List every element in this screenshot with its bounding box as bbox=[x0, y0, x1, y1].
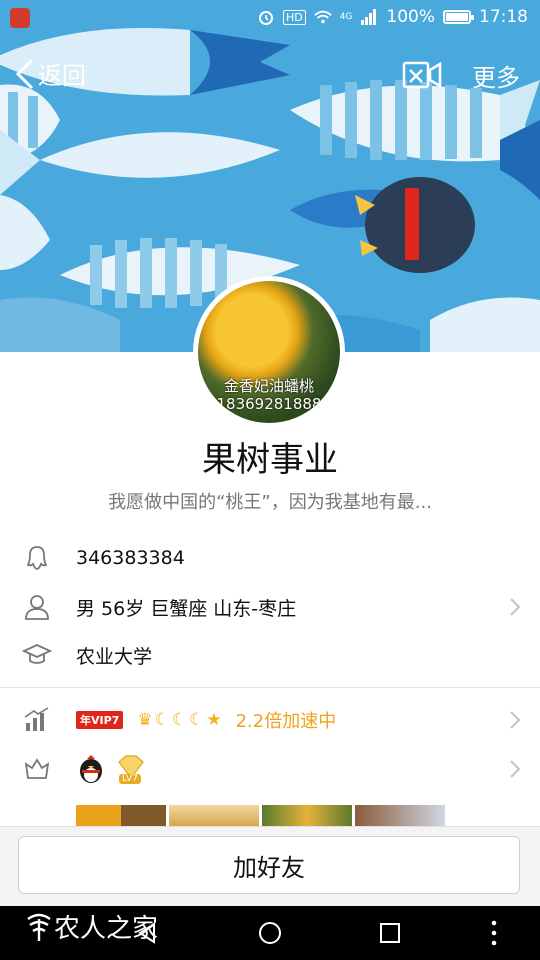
school: 农业大学 bbox=[76, 645, 153, 668]
avatar-photo: 金香妃油蟠桃 18369281888 bbox=[198, 281, 340, 423]
battery-icon bbox=[443, 10, 474, 24]
avatar[interactable]: 金香妃油蟠桃 18369281888 bbox=[193, 276, 345, 428]
qq-penguin-icon bbox=[80, 755, 102, 783]
penguin-outline-icon bbox=[26, 546, 48, 570]
vip-badge: 年VIP7 bbox=[76, 711, 124, 729]
watermark-logo-icon bbox=[27, 913, 51, 941]
medals-row[interactable]: LV7 bbox=[0, 745, 540, 793]
person-icon bbox=[25, 595, 49, 620]
battery-percent: 100% bbox=[386, 7, 435, 27]
status-bar: HD 4G 100% 17:18 bbox=[0, 0, 540, 36]
qq-number: 346383384 bbox=[76, 547, 185, 569]
personal-info: 男 56岁 巨蟹座 山东-枣庄 bbox=[76, 597, 297, 620]
chevron-right-icon bbox=[510, 598, 521, 616]
more-button[interactable]: 更多 bbox=[472, 58, 520, 93]
nickname: 果树事业 bbox=[202, 440, 338, 480]
crown-icon: ♛ bbox=[137, 710, 153, 730]
app-notification-icon bbox=[10, 8, 30, 28]
clock: 17:18 bbox=[479, 7, 528, 27]
vip-level-row[interactable]: 年VIP7 ♛ ☾ ☾ ☾ ★ 2.2倍加速中 bbox=[0, 696, 540, 744]
chevron-left-icon bbox=[15, 58, 34, 89]
nav-recents-square-icon[interactable] bbox=[378, 921, 402, 945]
diamond-medal-label: LV7 bbox=[119, 774, 141, 784]
section-divider bbox=[0, 687, 540, 688]
level-chart-icon bbox=[24, 707, 49, 731]
avatar-watermark-line1: 金香妃油蟠桃 bbox=[223, 377, 314, 395]
alarm-icon bbox=[258, 11, 273, 25]
signature[interactable]: 我愿做中国的“桃王”，因为我基地有最... bbox=[0, 488, 540, 514]
qq-number-row[interactable]: 346383384 bbox=[0, 534, 540, 582]
chevron-right-icon bbox=[510, 760, 521, 778]
back-label: 返回 bbox=[38, 62, 86, 90]
moon-icon: ☾ bbox=[189, 710, 205, 730]
watermark-text: 农人之家 bbox=[54, 914, 159, 944]
crown-outline-icon bbox=[24, 758, 50, 779]
graduation-cap-icon bbox=[22, 644, 52, 664]
school-row[interactable]: 农业大学 bbox=[0, 631, 540, 679]
nav-menu-dots-icon[interactable] bbox=[488, 918, 500, 948]
hd-icon: HD bbox=[282, 9, 306, 25]
personal-info-row[interactable]: 男 56岁 巨蟹座 山东-枣庄 bbox=[0, 583, 540, 631]
network-type-label: 4G bbox=[339, 12, 353, 22]
chevron-right-icon bbox=[510, 711, 521, 729]
moon-icon: ☾ bbox=[171, 710, 188, 730]
video-call-icon[interactable] bbox=[402, 58, 442, 92]
moon-icon: ☾ bbox=[154, 710, 170, 730]
avatar-watermark-line2: 18369281888 bbox=[216, 395, 322, 413]
nav-home-circle-icon[interactable] bbox=[257, 920, 283, 946]
level-icons: ♛ ☾ ☾ ☾ ★ bbox=[137, 710, 221, 730]
site-watermark: 农人之家 bbox=[24, 908, 158, 945]
wifi-icon bbox=[313, 10, 332, 24]
add-friend-button[interactable]: 加好友 bbox=[18, 836, 520, 894]
diamond-medal-icon: LV7 bbox=[114, 754, 148, 784]
star-icon: ★ bbox=[206, 710, 222, 730]
signal-icon bbox=[361, 9, 377, 25]
back-button[interactable]: 返回 bbox=[14, 56, 86, 91]
speed-text: 2.2倍加速中 bbox=[235, 711, 337, 732]
